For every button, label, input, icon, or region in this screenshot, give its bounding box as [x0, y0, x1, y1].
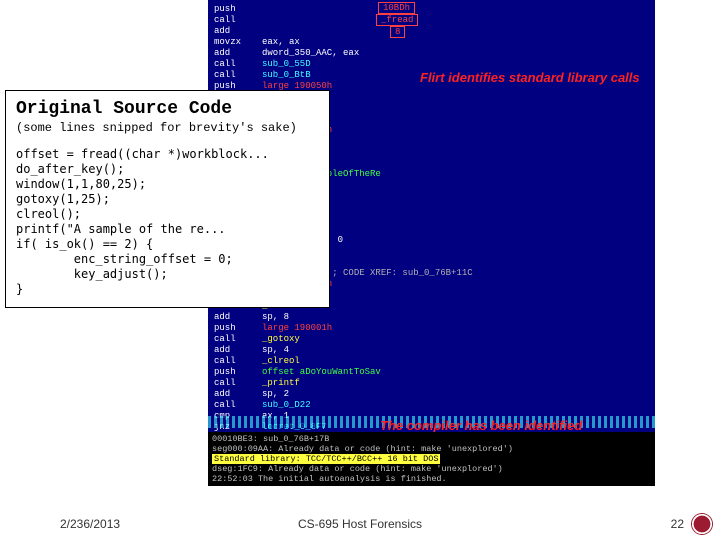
disasm-line: call	[214, 15, 649, 26]
top-red-func: _fread	[376, 14, 418, 26]
source-title: Original Source Code	[16, 99, 319, 119]
footer-logo-icon	[692, 514, 712, 534]
disasm-line: addsp, 2	[214, 389, 649, 400]
disasm-line: addsp, 4	[214, 345, 649, 356]
source-code: offset = fread((char *)workblock... do_a…	[16, 147, 319, 297]
msg-line-2: dseg:1FC9: Already data or code (hint: m…	[212, 464, 651, 474]
annotation-compiler: The compiler has been identified	[380, 418, 640, 433]
ida-messages: 00010BE3: sub_0_76B+17B seg000:09AA: Alr…	[208, 432, 655, 486]
disasm-line: add	[214, 26, 649, 37]
top-red-reg: 8	[390, 26, 405, 38]
slide-footer: 2/236/2013 CS-695 Host Forensics 22	[0, 514, 720, 534]
msg-addr: 00010BE3: sub_0_76B+17B	[212, 434, 651, 444]
disasm-line: addsp, 8	[214, 312, 649, 323]
footer-course: CS-695 Host Forensics	[0, 517, 720, 531]
disasm-line: callsub_0_55D	[214, 59, 649, 70]
footer-page: 22	[671, 517, 684, 531]
top-red-addr: 10BDh	[378, 2, 415, 14]
disasm-line: pushlarge 190001h	[214, 323, 649, 334]
disasm-line: push	[214, 4, 649, 15]
disasm-line: call_gotoxy	[214, 334, 649, 345]
msg-compiler: Standard library: TCC/TCC++/BCC++ 16 bit…	[212, 454, 651, 464]
disasm-line: adddword_350_AAC, eax	[214, 48, 649, 59]
disasm-line: call_clreol	[214, 356, 649, 367]
msg-line-3: 22:52:03 The initial autoanalysis is fin…	[212, 474, 651, 484]
annotation-flirt: Flirt identifies standard library calls	[420, 70, 640, 85]
source-code-box: Original Source Code (some lines snipped…	[5, 90, 330, 308]
disasm-line: call_printf	[214, 378, 649, 389]
msg-line-1: seg000:09AA: Already data or code (hint:…	[212, 444, 651, 454]
disasm-line: movzxeax, ax	[214, 37, 649, 48]
source-subtitle: (some lines snipped for brevity's sake)	[16, 121, 319, 135]
disasm-line: pushoffset aDoYouWantToSav	[214, 367, 649, 378]
disasm-line: callsub_0_D22	[214, 400, 649, 411]
